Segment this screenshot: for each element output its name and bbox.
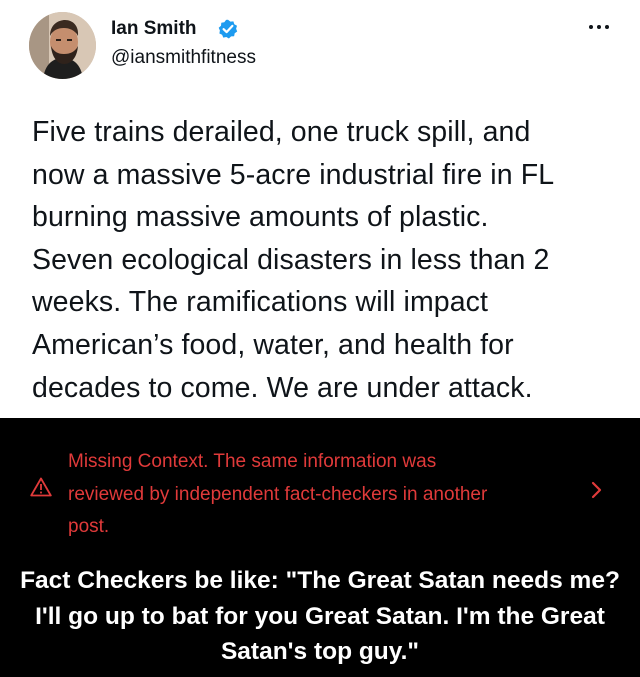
fact-check-line: reviewed by independent fact-checkers in… xyxy=(68,483,488,505)
more-options-icon[interactable] xyxy=(586,22,612,32)
caption-line: Fact Checkers be like: "The Great Satan … xyxy=(20,567,620,594)
tweet-text-line: now a massive 5-acre industrial fire in … xyxy=(32,158,555,191)
tweet-text-line: Seven ecological disasters in less than … xyxy=(32,243,550,276)
avatar-image xyxy=(29,12,96,79)
author-name[interactable]: Ian Smith xyxy=(111,18,197,40)
tweet-text: Five trains derailed, one truck spill, a… xyxy=(32,111,622,409)
caption-line: I'll go up to bat for you Great Satan. I… xyxy=(35,602,605,630)
tweet-text-line: weeks. The ramifications will impact xyxy=(32,286,489,319)
avatar[interactable] xyxy=(29,12,96,79)
caption-line: Satan's top guy." xyxy=(220,638,420,665)
verified-badge-icon xyxy=(218,19,238,39)
fact-check-text[interactable]: Missing Context. The same information wa… xyxy=(68,446,578,544)
meme-caption: Fact Checkers be like: "The Great Satan … xyxy=(0,563,640,670)
chevron-right-icon[interactable] xyxy=(590,481,604,499)
author-handle[interactable]: @iansmithfitness xyxy=(111,47,256,69)
tweet-card: Ian Smith @iansmithfitness Five trains d… xyxy=(0,0,640,418)
fact-check-line: post. xyxy=(68,516,110,537)
tweet-text-line: Five trains derailed, one truck spill, a… xyxy=(32,116,531,148)
tweet-text-line: burning massive amounts of plastic. xyxy=(32,201,489,234)
tweet-text-line: decades to come. We are under attack. xyxy=(32,371,533,404)
warning-triangle-icon xyxy=(30,477,52,497)
tweet-text-line: American’s food, water, and health for xyxy=(32,328,514,361)
fact-check-line: Missing Context. The same information wa… xyxy=(68,451,437,472)
